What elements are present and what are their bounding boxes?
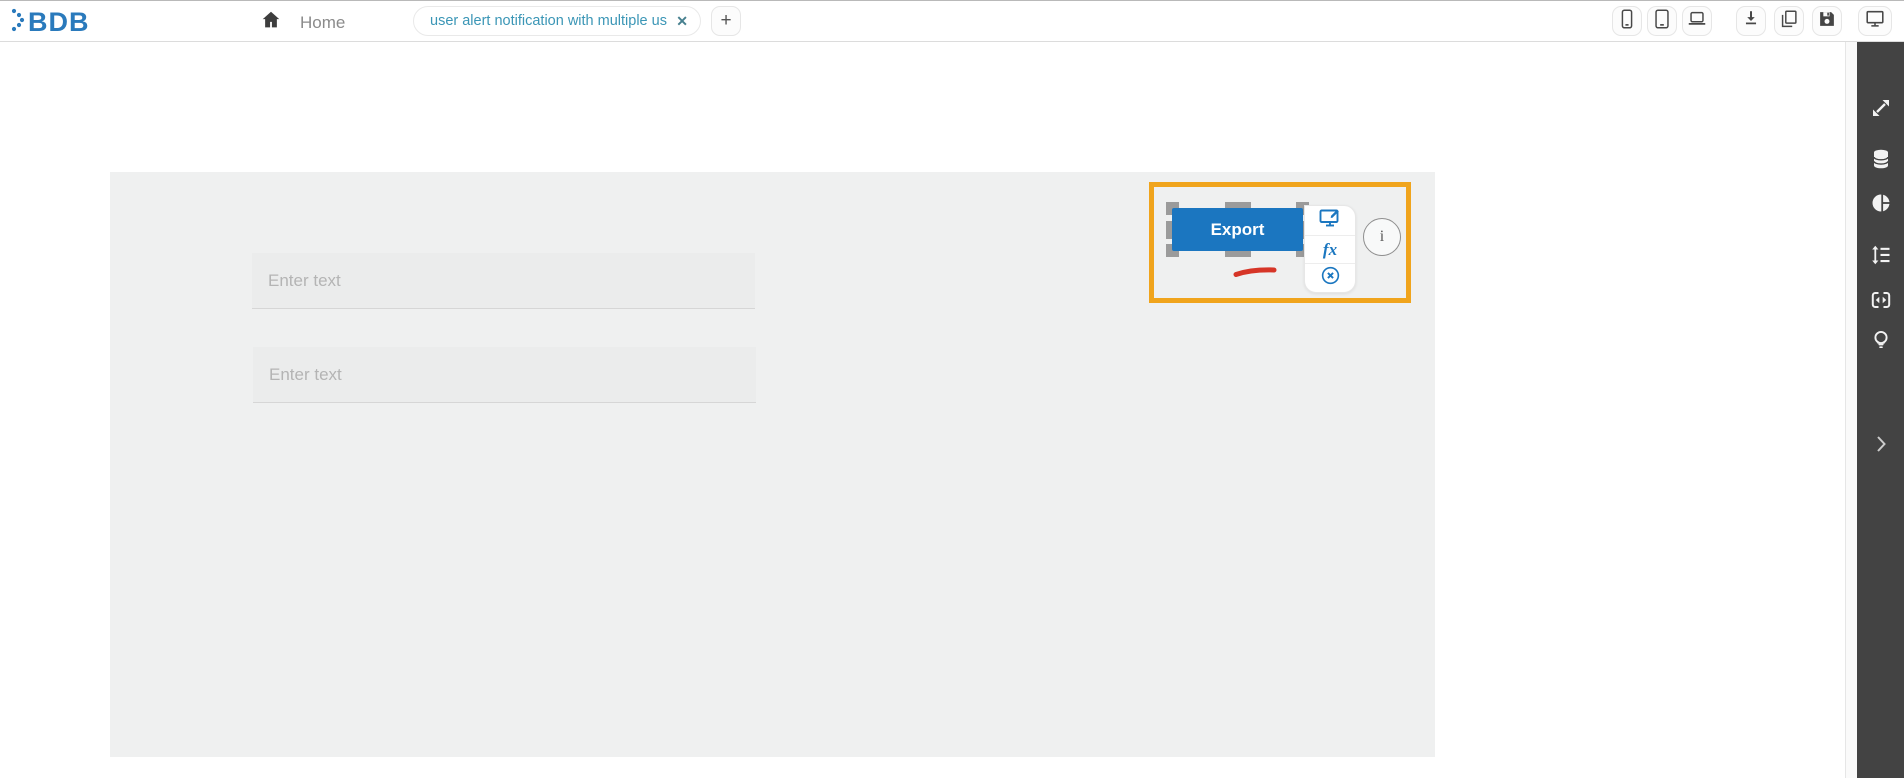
layout-options-button[interactable] [1857,240,1904,274]
desktop-preview-button[interactable] [1858,6,1892,36]
export-button[interactable]: Export [1172,208,1303,251]
tab-close-icon[interactable]: ✕ [676,13,688,30]
insights-button[interactable] [1857,325,1904,359]
tablet-icon [1651,8,1673,35]
remove-icon [1319,264,1342,292]
mobile-preview-button[interactable] [1612,6,1642,36]
widget-toolbar: fx [1304,205,1356,293]
home-button[interactable]: Home [260,9,345,36]
formula-button[interactable]: fx [1305,235,1355,263]
screen-edit-button[interactable] [1305,206,1355,235]
pie-chart-icon [1869,191,1893,220]
bdb-logo[interactable]: BDB [10,6,90,38]
bdb-logo-mark-icon [10,5,26,40]
lightbulb-icon [1869,328,1893,357]
plus-icon: + [720,10,732,31]
screen-edit-icon [1318,206,1342,235]
top-toolbar: BDB Home user alert notification with mu… [0,0,1904,42]
formula-icon: fx [1322,239,1338,259]
collapse-panel-button[interactable] [1857,429,1904,463]
laptop-icon [1686,8,1708,35]
remove-widget-button[interactable] [1305,263,1355,292]
dashboard-tab-title: user alert notification with multiple us… [430,13,669,29]
info-widget-label: i [1379,228,1385,245]
swap-box-icon [1869,288,1893,317]
red-underline-annotation [1233,264,1277,283]
save-button[interactable] [1812,6,1842,36]
expand-button[interactable] [1857,93,1904,127]
tablet-preview-button[interactable] [1647,6,1677,36]
data-connectors-button[interactable] [1857,144,1904,178]
download-button[interactable] [1736,6,1766,36]
save-icon [1816,8,1838,35]
vertical-scrollbar[interactable] [1845,42,1857,778]
text-input-1[interactable] [252,253,755,309]
charts-button[interactable] [1857,188,1904,222]
component-swap-button[interactable] [1857,285,1904,319]
right-sidebar [1857,42,1904,778]
app-window: { "header": { "logo": "BDB", "home": "Ho… [0,0,1904,778]
copy-icon [1778,8,1800,35]
dashboard-tab[interactable]: user alert notification with multiple us… [413,6,701,36]
chevron-right-icon [1869,431,1893,462]
new-tab-button[interactable]: + [711,6,741,36]
home-icon [260,9,282,36]
database-icon [1869,147,1893,176]
design-canvas[interactable]: Export fx [110,172,1435,757]
home-label: Home [300,12,346,32]
copy-button[interactable] [1774,6,1804,36]
export-button-label: Export [1210,219,1265,239]
line-spacing-icon [1869,243,1893,272]
mobile-icon [1616,8,1638,35]
monitor-icon [1864,8,1886,35]
expand-icon [1869,96,1893,125]
laptop-preview-button[interactable] [1682,6,1712,36]
download-icon [1740,8,1762,35]
info-widget[interactable]: i [1363,218,1401,256]
text-input-2[interactable] [253,347,756,403]
bdb-logo-text: BDB [28,7,90,37]
